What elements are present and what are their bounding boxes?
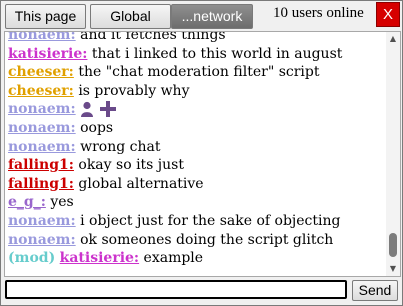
message-username[interactable]: nonaem:: [8, 32, 76, 43]
message-text: is provably why: [78, 82, 190, 99]
chat-message: falling1: global alternative: [8, 175, 386, 194]
users-online-count: 10 users online: [273, 5, 364, 21]
message-text: ok someones doing the script glitch: [80, 231, 334, 248]
chat-message: nonaem: oops: [8, 119, 386, 138]
chat-message: nonaem: ok someones doing the script gli…: [8, 231, 386, 250]
tab-this-page[interactable]: This page: [5, 4, 86, 29]
message-username[interactable]: nonaem:: [8, 213, 76, 229]
message-text: the "chat moderation filter" script: [78, 64, 320, 81]
message-log[interactable]: nonaem: and it fetches things katisierie:…: [4, 31, 401, 277]
message-username[interactable]: katisierie:: [60, 250, 139, 266]
send-button[interactable]: Send: [352, 280, 398, 301]
chat-message: katisierie: that i linked to this world …: [8, 45, 386, 64]
message-icons: [80, 101, 117, 118]
message-text: and it fetches things: [80, 31, 226, 43]
chat-message: nonaem: i object just for the sake of ob…: [8, 212, 386, 231]
message-text: global alternative: [78, 175, 204, 192]
message-username[interactable]: nonaem:: [8, 120, 76, 136]
scroll-down-arrow-icon[interactable]: ▼: [388, 264, 398, 274]
message-username[interactable]: falling1:: [8, 157, 74, 173]
chat-message: (mod) katisierie: example: [8, 249, 386, 268]
scrollbar[interactable]: ▲ ▼: [386, 32, 400, 276]
message-username[interactable]: katisierie:: [8, 46, 87, 62]
message-username[interactable]: nonaem:: [8, 101, 76, 117]
scrollbar-thumb[interactable]: [389, 233, 397, 257]
plus-icon: [100, 101, 117, 118]
chat-message: e_g_: yes: [8, 193, 386, 212]
tab-network[interactable]: ...network: [171, 4, 253, 29]
message-username[interactable]: nonaem:: [8, 139, 76, 155]
message-text: that i linked to this world in august: [91, 45, 343, 62]
message-text: wrong chat: [80, 138, 161, 155]
message-username[interactable]: cheeser:: [8, 83, 74, 99]
chat-message: nonaem:: [8, 100, 386, 119]
chat-message: nonaem: and it fetches things: [8, 31, 386, 45]
person-icon: [81, 102, 94, 118]
scroll-up-arrow-icon[interactable]: ▲: [388, 34, 398, 44]
close-button[interactable]: X: [376, 2, 400, 27]
message-text: yes: [50, 194, 74, 211]
message-username[interactable]: e_g_:: [8, 194, 46, 210]
message-list: nonaem: and it fetches things katisierie:…: [8, 31, 386, 268]
chat-window: This page Global ...network 10 users onl…: [0, 0, 403, 306]
chat-message: nonaem: wrong chat: [8, 138, 386, 157]
mod-tag: (mod): [8, 250, 56, 267]
message-username[interactable]: cheeser:: [8, 64, 74, 80]
message-text: i object just for the sake of objecting: [80, 212, 341, 229]
chat-message: falling1: okay so its just: [8, 156, 386, 175]
message-text: okay so its just: [78, 157, 184, 174]
chat-message: cheeser: is provably why: [8, 82, 386, 101]
tab-global[interactable]: Global: [90, 4, 171, 29]
message-username[interactable]: nonaem:: [8, 232, 76, 248]
message-text: oops: [80, 119, 114, 136]
chat-message: cheeser: the "chat moderation filter" sc…: [8, 63, 386, 82]
chat-input[interactable]: [5, 280, 347, 299]
message-text: example: [143, 250, 204, 267]
message-username[interactable]: falling1:: [8, 176, 74, 192]
